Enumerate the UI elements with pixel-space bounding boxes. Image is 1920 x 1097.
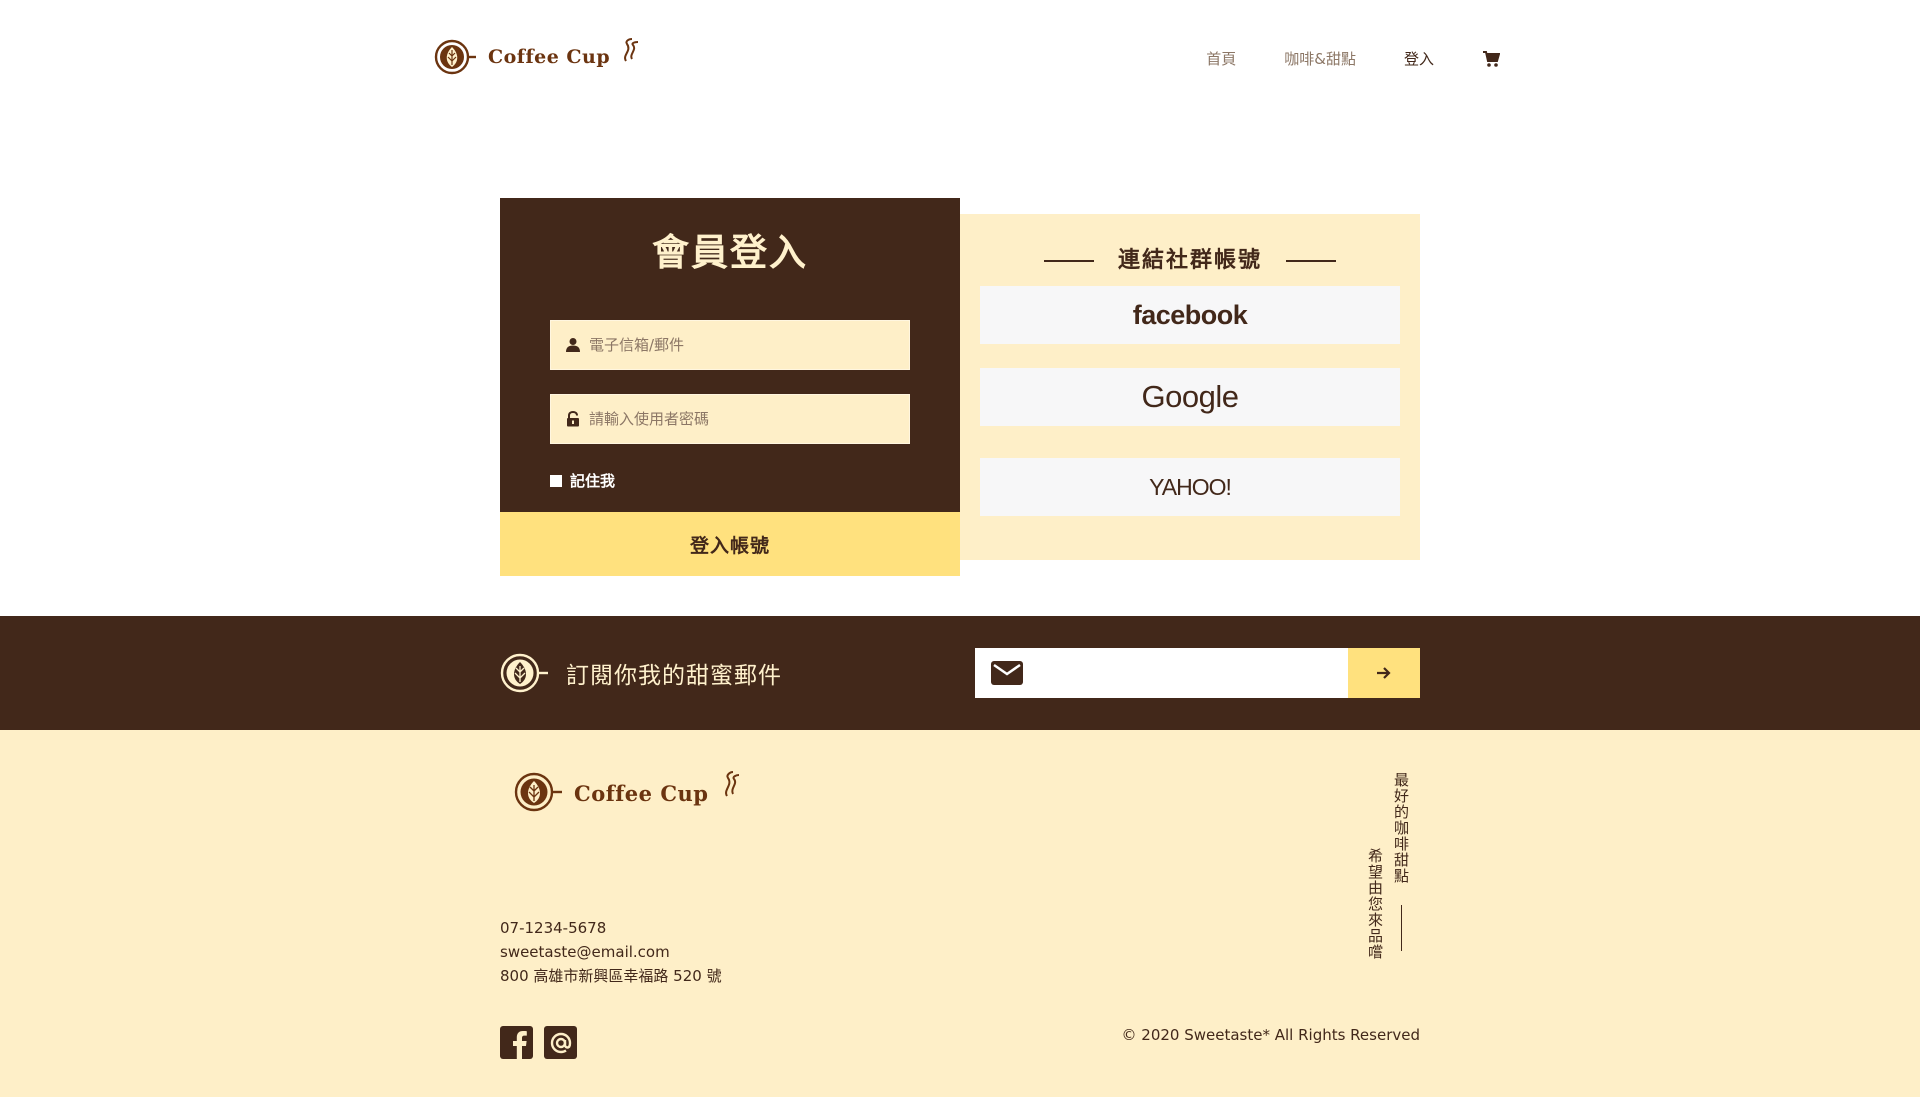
email-field[interactable]	[550, 320, 910, 370]
footer-logo[interactable]: Coffee Cup	[514, 770, 745, 812]
at-glyph	[550, 1032, 571, 1053]
nav-link-menu[interactable]: 咖啡&甜點	[1284, 48, 1356, 69]
at-sign-icon[interactable]	[544, 1026, 577, 1059]
copyright: © 2020 Sweetaste* All Rights Reserved	[1121, 1026, 1420, 1044]
site-header: Coffee Cup 首頁 咖啡&甜點 登入	[0, 0, 1920, 120]
google-login-button[interactable]: Google	[980, 368, 1400, 426]
contact-email: sweetaste@email.com	[500, 943, 670, 961]
login-panel: 會員登入 記住我 登入帳號	[500, 198, 960, 576]
brand-name: Coffee Cup	[488, 46, 611, 68]
social-login-panel: 連結社群帳號 facebook Google YAHOO!	[960, 214, 1420, 560]
subscribe-logo	[500, 652, 550, 694]
slogan-line-2: 希望由您來品嚐	[1366, 848, 1384, 960]
nav-link-login[interactable]: 登入	[1404, 48, 1434, 69]
site-footer: Coffee Cup 07-1234-5678 sweetaste@email.…	[0, 730, 1920, 1097]
coffee-cup-logo-icon	[514, 772, 562, 812]
contact-info: 07-1234-5678 sweetaste@email.com 800 高雄市…	[500, 916, 722, 988]
slogan-line-1: 最好的咖啡甜點	[1392, 772, 1410, 884]
login-title: 會員登入	[652, 231, 808, 274]
title-divider-right	[1286, 260, 1336, 262]
lock-icon	[567, 411, 579, 427]
subscribe-submit-button[interactable]	[1348, 648, 1420, 698]
title-divider-left	[1043, 260, 1094, 262]
password-field[interactable]	[550, 394, 910, 444]
subscribe-email-input[interactable]	[1033, 664, 1333, 682]
steam-icon	[724, 771, 739, 797]
social-title-text: 連結社群帳號	[1117, 248, 1262, 273]
facebook-f-glyph	[513, 1031, 527, 1059]
main-nav: 首頁 咖啡&甜點 登入	[1158, 48, 1500, 69]
facebook-icon[interactable]	[500, 1026, 533, 1059]
facebook-login-button[interactable]: facebook	[980, 286, 1400, 344]
footer-brand-name: Coffee Cup	[574, 780, 709, 806]
subscribe-text: 訂閱你我的甜蜜郵件	[566, 663, 782, 689]
coffee-cup-logo-icon	[434, 39, 476, 75]
contact-address: 800 高雄市新興區幸福路 520 號	[500, 967, 722, 985]
header-logo[interactable]: Coffee Cup	[434, 36, 644, 76]
nav-link-home[interactable]: 首頁	[1206, 48, 1236, 69]
subscribe-form	[975, 648, 1420, 698]
remember-me-label: 記住我	[570, 472, 616, 490]
cart-icon[interactable]	[1482, 50, 1500, 68]
yahoo-login-button[interactable]: YAHOO!	[980, 458, 1400, 516]
footer-social-icons	[500, 1026, 588, 1059]
remember-me[interactable]: 記住我	[550, 470, 615, 491]
coffee-cup-icon	[500, 653, 548, 693]
steam-icon	[624, 38, 639, 62]
subscribe-email-field[interactable]	[975, 648, 1348, 698]
contact-phone: 07-1234-5678	[500, 919, 607, 937]
password-input[interactable]	[589, 410, 889, 428]
login-submit-button[interactable]: 登入帳號	[500, 512, 960, 576]
email-input[interactable]	[589, 336, 889, 354]
envelope-icon	[991, 661, 1023, 685]
subscribe-band: 訂閱你我的甜蜜郵件	[0, 616, 1920, 730]
slogan-divider	[1401, 905, 1402, 951]
remember-me-checkbox[interactable]	[550, 474, 562, 487]
arrow-right-icon	[1377, 667, 1391, 679]
social-title: 連結社群帳號	[960, 242, 1420, 274]
user-icon	[566, 338, 580, 352]
